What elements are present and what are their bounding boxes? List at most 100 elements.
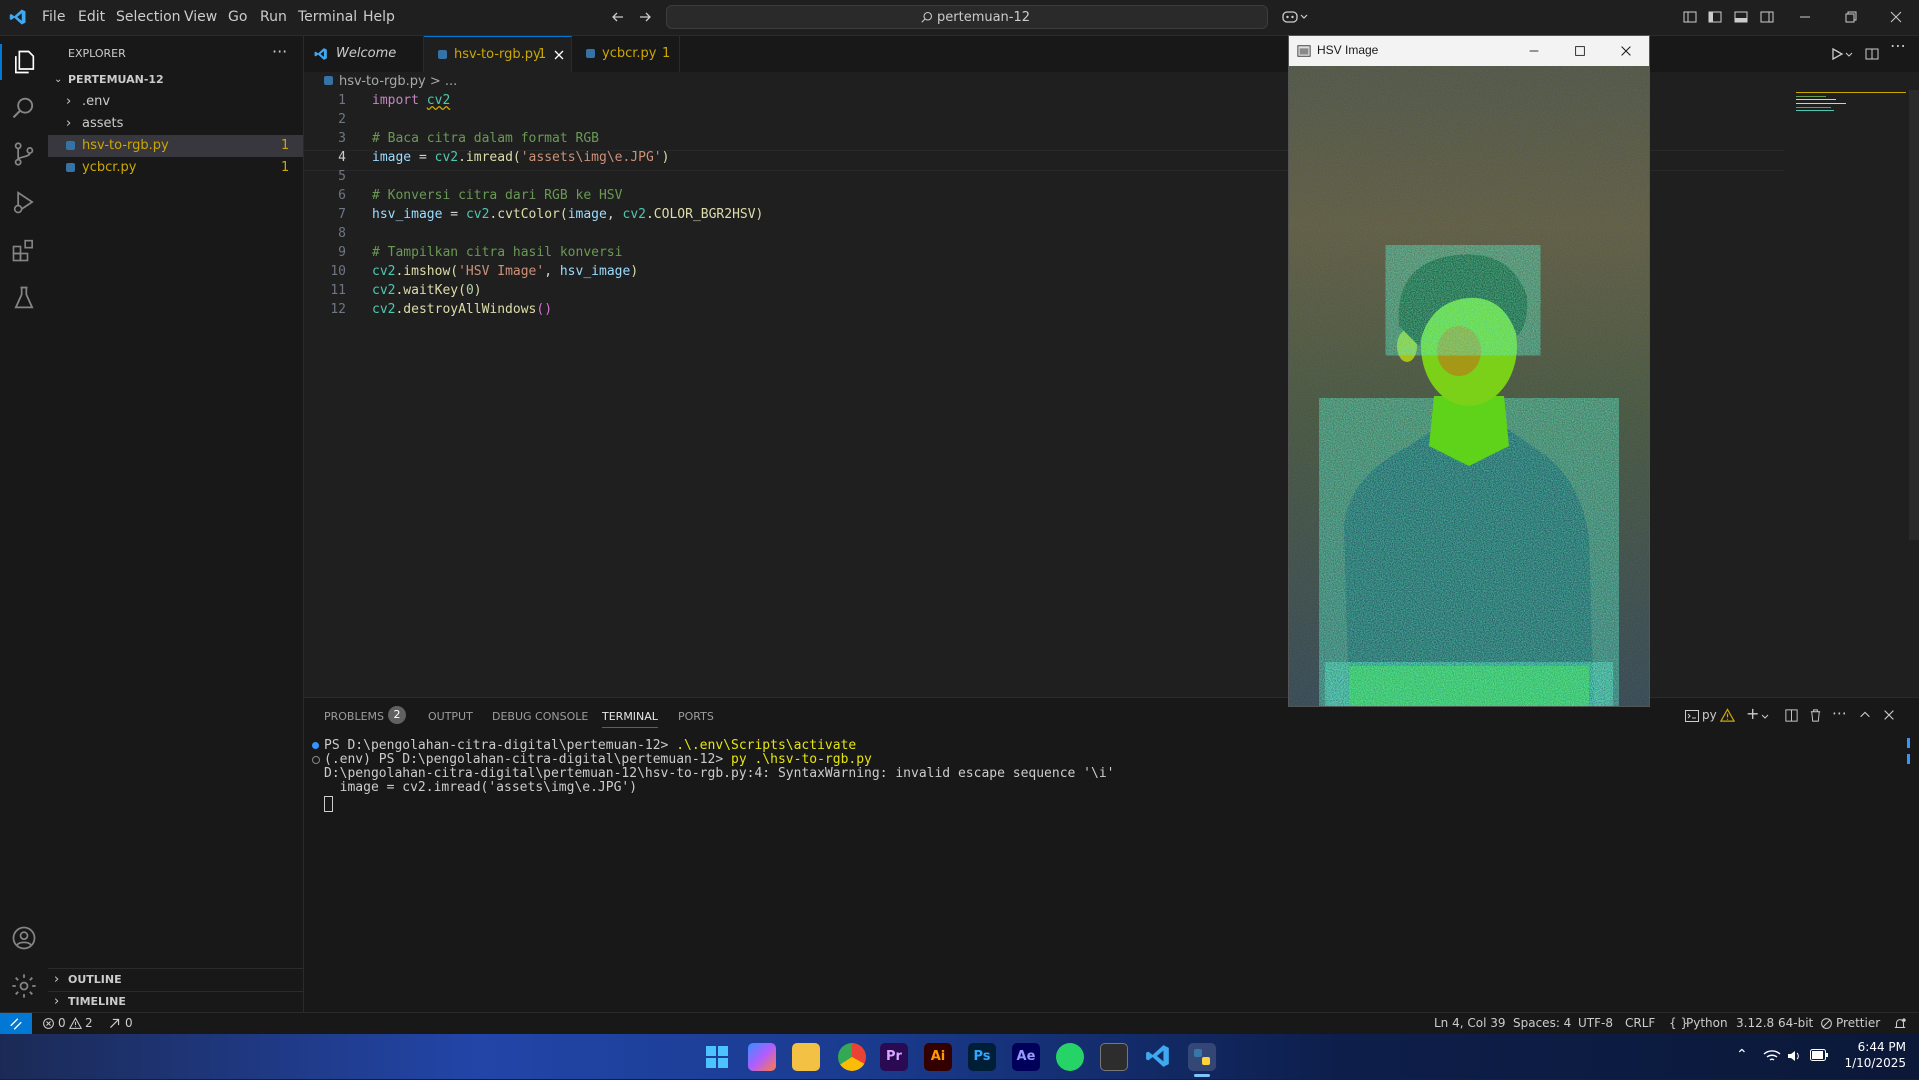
tab-terminal[interactable]: TERMINAL — [602, 710, 658, 728]
breadcrumb-file[interactable]: hsv-to-rgb.py — [339, 74, 426, 89]
prettier-status[interactable]: Prettier — [1836, 1016, 1880, 1030]
chrome-icon[interactable] — [838, 1043, 866, 1071]
toggle-sidebar-icon[interactable] — [1707, 9, 1723, 25]
run-debug-icon[interactable] — [10, 188, 38, 216]
file-explorer-icon[interactable] — [792, 1043, 820, 1071]
close-panel-icon[interactable] — [1882, 708, 1896, 722]
chevron-down-icon[interactable] — [1844, 50, 1854, 60]
minimap[interactable] — [1794, 90, 1906, 120]
error-count[interactable]: 0 — [58, 1016, 66, 1030]
warning-icon[interactable] — [69, 1017, 82, 1030]
whatsapp-icon[interactable] — [1056, 1043, 1084, 1071]
editor-scrollbar[interactable] — [1909, 90, 1919, 540]
ports-count[interactable]: 0 — [125, 1016, 133, 1030]
bell-icon[interactable] — [1893, 1017, 1907, 1031]
folder-root[interactable]: ⌄ PERTEMUAN-12 — [48, 69, 303, 91]
tree-item-env[interactable]: › .env — [48, 91, 303, 113]
code-editor[interactable]: hsv-to-rgb.py > ... 1 2 3 4 5 6 7 8 9 10… — [304, 72, 1919, 696]
menu-run[interactable]: Run — [260, 9, 287, 25]
maximize-panel-icon[interactable] — [1858, 708, 1872, 722]
terminal-icon[interactable] — [1684, 708, 1700, 724]
remote-indicator[interactable] — [0, 1013, 32, 1035]
toggle-secondary-sidebar-icon[interactable] — [1759, 9, 1775, 25]
photoshop-icon[interactable]: Ps — [968, 1043, 996, 1071]
hsv-image-window[interactable]: HSV Image — [1288, 35, 1650, 707]
trash-icon[interactable] — [1808, 708, 1823, 723]
outline-section[interactable]: › OUTLINE — [48, 969, 303, 991]
tab-ports[interactable]: PORTS — [678, 710, 714, 723]
run-file-icon[interactable] — [1829, 46, 1845, 62]
vscode-taskbar-icon[interactable] — [1144, 1043, 1172, 1071]
volume-icon[interactable] — [1786, 1048, 1802, 1064]
minimize-icon[interactable] — [1797, 9, 1813, 25]
maximize-icon[interactable] — [1573, 44, 1587, 58]
python-taskbar-icon[interactable] — [1188, 1043, 1216, 1071]
settings-gear-icon[interactable] — [10, 972, 38, 1000]
warning-count[interactable]: 2 — [85, 1016, 93, 1030]
back-arrow-icon[interactable] — [610, 9, 626, 25]
timeline-section[interactable]: › TIMELINE — [48, 991, 303, 1013]
toggle-panel-icon[interactable] — [1733, 9, 1749, 25]
cursor-position[interactable]: Ln 4, Col 39 — [1434, 1016, 1506, 1030]
extensions-icon[interactable] — [10, 236, 38, 264]
python-interpreter[interactable]: 3.12.8 64-bit — [1736, 1016, 1813, 1030]
vscode-logo-icon[interactable] — [9, 8, 27, 26]
tab-hsv-to-rgb[interactable]: hsv-to-rgb.py 1 — [424, 36, 572, 72]
menu-edit[interactable]: Edit — [78, 9, 105, 25]
editor-more-icon[interactable]: ⋯ — [1890, 36, 1906, 55]
close-tab-icon[interactable] — [554, 50, 564, 60]
windows-start-icon[interactable] — [706, 1046, 728, 1068]
terminal-app-icon[interactable] — [1100, 1043, 1128, 1071]
taskbar-clock[interactable]: 6:44 PM — [1850, 1040, 1906, 1054]
breadcrumb-symbol[interactable]: ... — [445, 74, 457, 89]
illustrator-icon[interactable]: Ai — [924, 1043, 952, 1071]
explorer-more-icon[interactable]: ··· — [272, 42, 287, 61]
menu-go[interactable]: Go — [228, 9, 247, 25]
split-terminal-icon[interactable] — [1784, 708, 1799, 723]
tray-chevron-up-icon[interactable]: ⌃ — [1736, 1047, 1748, 1063]
testing-icon[interactable] — [10, 284, 38, 312]
forward-arrow-icon[interactable] — [637, 9, 653, 25]
encoding[interactable]: UTF-8 — [1578, 1016, 1613, 1030]
explorer-icon[interactable] — [10, 48, 38, 76]
command-center-search[interactable]: pertemuan-12 — [666, 5, 1268, 29]
tab-ycbcr[interactable]: ycbcr.py 1 — [572, 36, 680, 72]
tree-item-assets[interactable]: › assets — [48, 113, 303, 135]
panel-more-icon[interactable]: ⋯ — [1832, 704, 1847, 722]
restore-icon[interactable] — [1843, 9, 1859, 25]
indentation[interactable]: Spaces: 4 — [1513, 1016, 1571, 1030]
close-window-icon[interactable] — [1888, 9, 1904, 25]
tab-output[interactable]: OUTPUT — [428, 710, 473, 723]
premiere-icon[interactable]: Pr — [880, 1043, 908, 1071]
tab-welcome[interactable]: Welcome — [304, 36, 424, 72]
battery-icon[interactable] — [1810, 1049, 1828, 1061]
source-control-icon[interactable] — [10, 140, 38, 168]
account-icon[interactable] — [10, 924, 38, 952]
customize-layout-icon[interactable] — [1682, 9, 1698, 25]
menu-view[interactable]: View — [184, 9, 217, 25]
end-of-line[interactable]: CRLF — [1625, 1016, 1655, 1030]
tree-item-hsv-to-rgb[interactable]: hsv-to-rgb.py 1 — [48, 135, 303, 157]
tab-problems[interactable]: PROBLEMS — [324, 710, 384, 723]
copilot-icon[interactable] — [1282, 9, 1310, 25]
menu-help[interactable]: Help — [363, 9, 395, 25]
wifi-icon[interactable] — [1763, 1048, 1781, 1064]
taskbar-date[interactable]: 1/10/2025 — [1840, 1056, 1906, 1070]
new-terminal-icon[interactable]: + — [1746, 704, 1759, 723]
tab-debug-console[interactable]: DEBUG CONSOLE — [492, 710, 588, 723]
search-view-icon[interactable] — [10, 94, 38, 122]
menu-terminal[interactable]: Terminal — [298, 9, 357, 25]
copilot-app-icon[interactable] — [748, 1043, 776, 1071]
chevron-down-icon[interactable] — [1760, 712, 1770, 722]
close-icon[interactable] — [1619, 44, 1633, 58]
minimize-icon[interactable] — [1527, 44, 1541, 58]
menu-file[interactable]: File — [42, 9, 65, 25]
after-effects-icon[interactable]: Ae — [1012, 1043, 1040, 1071]
language-mode[interactable]: Python — [1686, 1016, 1728, 1030]
menu-selection[interactable]: Selection — [116, 9, 181, 25]
error-icon[interactable] — [42, 1017, 55, 1030]
tree-item-ycbcr[interactable]: ycbcr.py 1 — [48, 157, 303, 179]
split-editor-icon[interactable] — [1864, 46, 1880, 62]
ports-icon[interactable] — [108, 1017, 121, 1030]
terminal-name[interactable]: py — [1702, 708, 1717, 722]
